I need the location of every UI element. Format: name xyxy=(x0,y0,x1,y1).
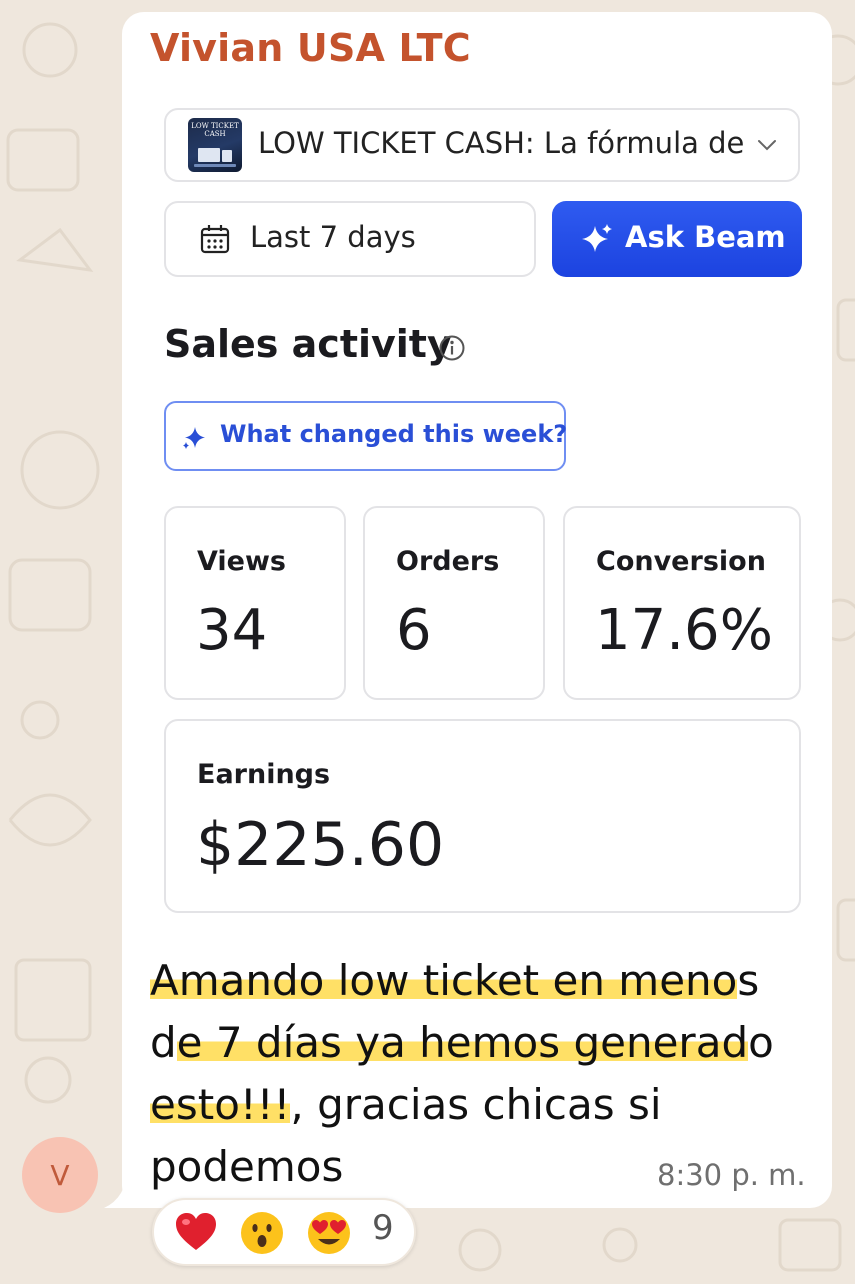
stat-label-views: Views xyxy=(197,546,287,577)
calendar-icon xyxy=(200,225,230,254)
product-thumbnail-text: LOW TICKET CASH xyxy=(191,122,239,138)
stat-label-orders: Orders xyxy=(396,546,500,577)
stat-value-earnings: $225.60 xyxy=(196,810,445,880)
message-timestamp: 8:30 p. m. xyxy=(657,1158,806,1192)
red-heart-icon xyxy=(176,1213,216,1250)
highlighted-text: esto!!! xyxy=(150,1080,291,1129)
reaction-count: 9 xyxy=(372,1208,394,1248)
highlighted-text: Amando low ticket en meno xyxy=(150,956,738,1005)
sparkle-icon xyxy=(582,224,612,252)
stat-label-earnings: Earnings xyxy=(197,759,331,790)
stat-value-orders: 6 xyxy=(396,598,432,663)
avatar[interactable]: V xyxy=(22,1137,98,1213)
stat-value-views: 34 xyxy=(196,598,268,663)
product-label: LOW TICKET CASH: La fórmula de xyxy=(258,126,745,160)
ask-beam-label: Ask Beam xyxy=(625,220,786,254)
stat-value-conversion: 17.6% xyxy=(595,598,773,663)
product-thumbnail: LOW TICKET CASH xyxy=(188,118,242,172)
highlighted-text: e 7 días ya hemos generad xyxy=(176,1018,749,1067)
astonished-face-icon xyxy=(241,1212,283,1254)
section-title: Sales activity xyxy=(164,322,452,366)
chevron-down-icon xyxy=(758,140,776,151)
stat-card-orders xyxy=(363,506,545,700)
sparkle-icon xyxy=(183,427,205,449)
what-changed-label: What changed this week? xyxy=(220,420,568,448)
info-icon[interactable] xyxy=(438,334,466,362)
heart-eyes-face-icon xyxy=(308,1212,350,1254)
sender-name[interactable]: Vivian USA LTC xyxy=(150,26,471,70)
message-text-part: s xyxy=(737,956,760,1005)
message-text-part: o xyxy=(748,1018,774,1067)
date-range-label: Last 7 days xyxy=(250,220,416,254)
message-text-part: d xyxy=(150,1018,177,1067)
stat-label-conversion: Conversion xyxy=(596,546,766,577)
